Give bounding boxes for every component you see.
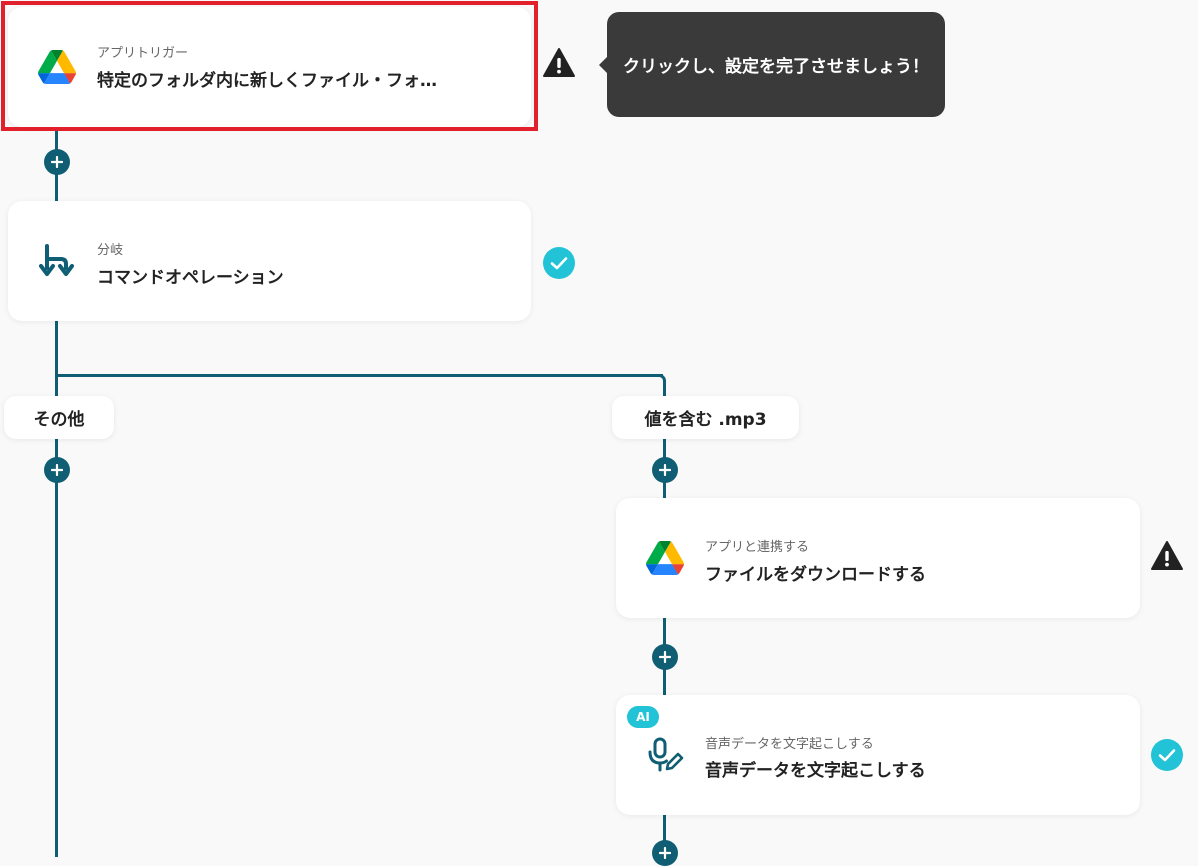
transcribe-title: 音声データを文字起こしする	[705, 761, 926, 781]
download-label: アプリと連携する	[705, 540, 810, 555]
transcribe-card[interactable]: 音声データを文字起こしする 音声データを文字起こしする	[616, 695, 1140, 815]
branch-icon	[38, 242, 76, 280]
check-icon	[1150, 738, 1184, 772]
tooltip: クリックし、設定を完了させましょう！	[599, 12, 945, 117]
branch-other-label[interactable]: その他	[4, 396, 114, 439]
trigger-label: アプリトリガー	[97, 46, 189, 61]
trigger-title: 特定のフォルダ内に新しくファイル・フォ…	[97, 71, 437, 91]
connector-branch-horizontal	[55, 374, 663, 377]
transcribe-label: 音声データを文字起こしする	[705, 737, 874, 752]
branch-mp3-text: 値を含む .mp3	[644, 410, 767, 430]
branch-other-text: その他	[33, 410, 85, 430]
branch-title: コマンドオペレーション	[97, 268, 284, 288]
ai-badge: AI	[627, 706, 659, 728]
trigger-card[interactable]: アプリトリガー 特定のフォルダ内に新しくファイル・フォ…	[8, 7, 531, 127]
branch-mp3-label[interactable]: 値を含む .mp3	[612, 396, 799, 439]
branch-label: 分岐	[97, 243, 124, 258]
add-step-button[interactable]	[652, 840, 678, 866]
warning-icon	[542, 46, 576, 80]
branch-card[interactable]: 分岐 コマンドオペレーション	[8, 201, 531, 321]
add-step-button[interactable]	[44, 149, 70, 175]
download-title: ファイルをダウンロードする	[705, 565, 926, 585]
add-step-button-mp3[interactable]	[652, 457, 678, 483]
add-step-button-other[interactable]	[44, 457, 70, 483]
connector-branch-corner	[656, 374, 666, 384]
microphone-pen-icon	[646, 736, 684, 774]
google-drive-icon	[38, 48, 76, 86]
tooltip-text: クリックし、設定を完了させましょう！	[623, 57, 929, 77]
google-drive-icon	[646, 539, 684, 577]
warning-icon	[1150, 539, 1184, 573]
check-icon	[542, 246, 576, 280]
add-step-button[interactable]	[652, 644, 678, 670]
download-card[interactable]: アプリと連携する ファイルをダウンロードする	[616, 498, 1140, 618]
